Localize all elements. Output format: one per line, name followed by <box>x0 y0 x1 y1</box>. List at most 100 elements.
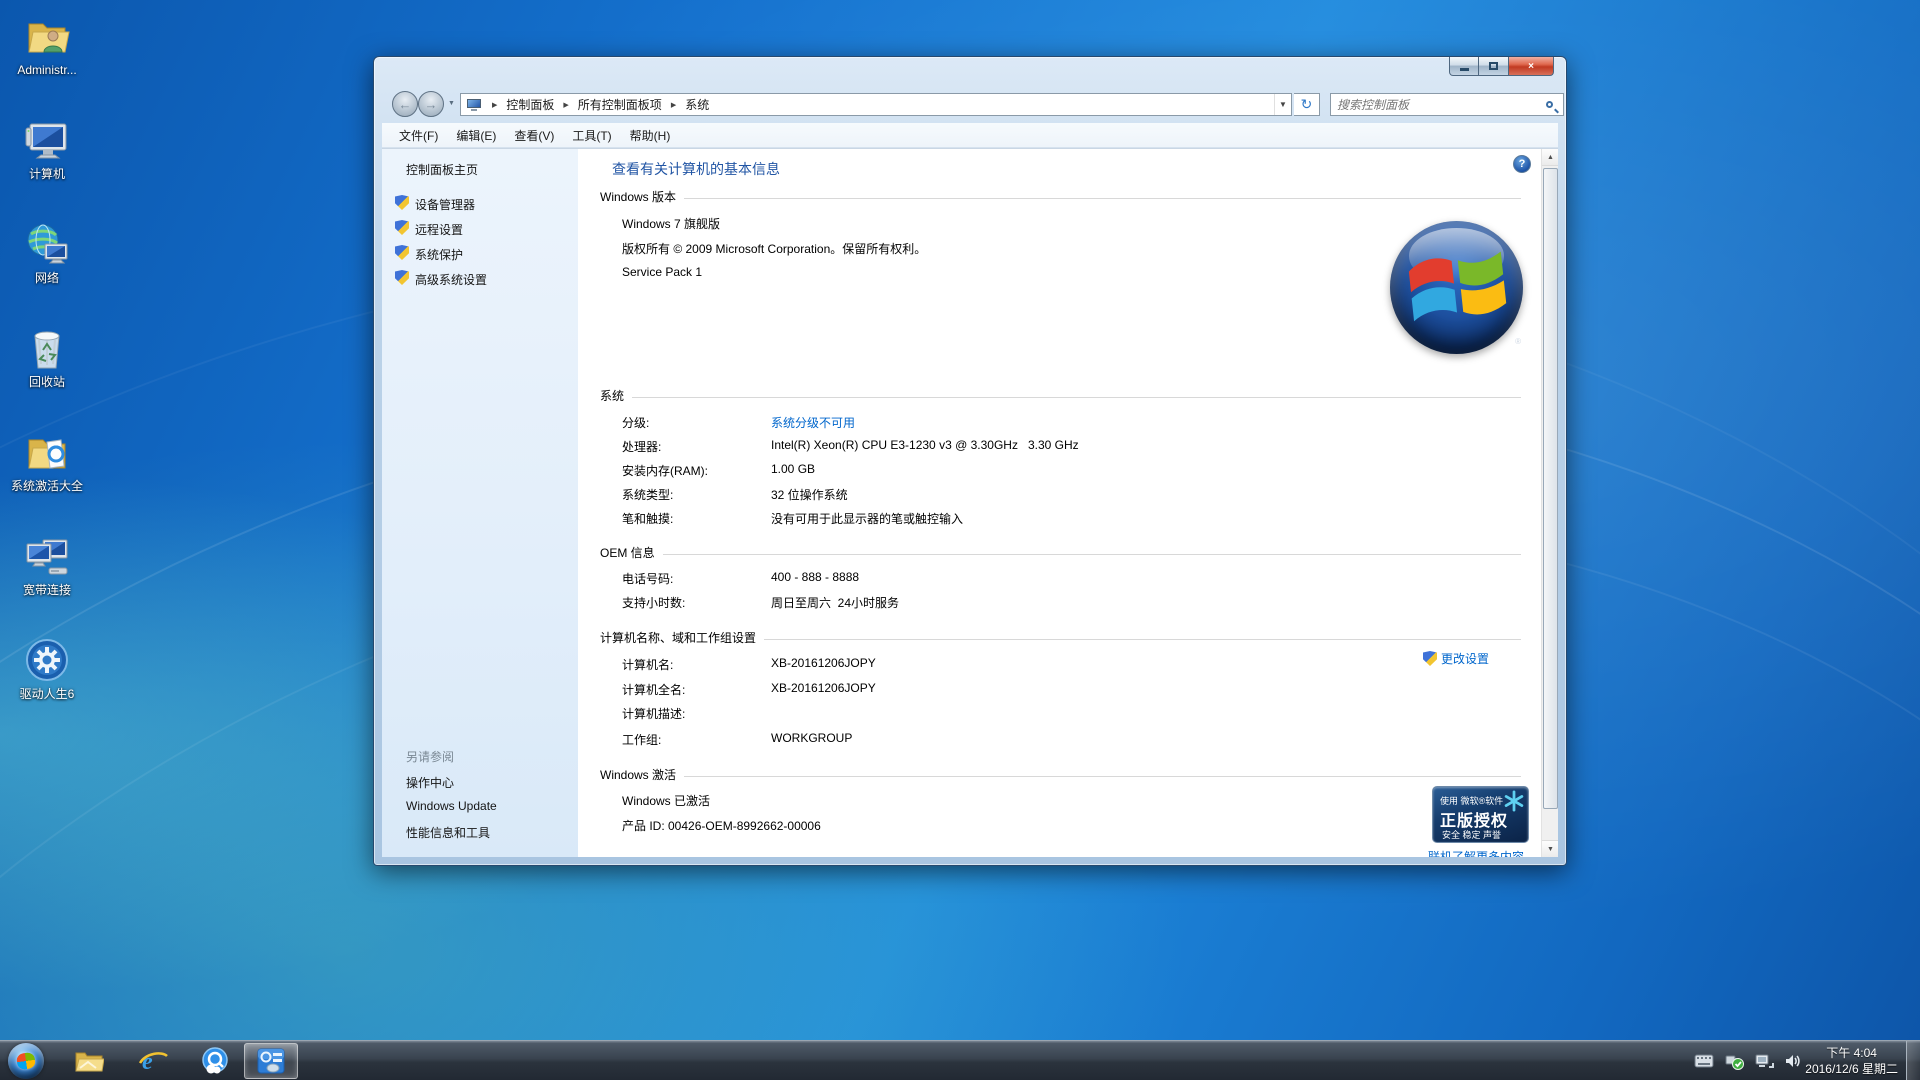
section-oem: OEM 信息 <box>600 544 1521 561</box>
desktop-icon-administrator[interactable]: Administr... <box>4 12 90 77</box>
row-value: XB-20161206JOPY <box>771 681 876 695</box>
main-content: 查看有关计算机的基本信息 ? Windows 版本 Windows 7 旗舰版 … <box>578 149 1541 857</box>
menu-tools[interactable]: 工具(T) <box>563 124 620 147</box>
back-button[interactable]: ← <box>392 91 418 117</box>
broadband-connection-icon <box>23 532 71 580</box>
section-system: 系统 <box>600 387 1521 404</box>
page-title: 查看有关计算机的基本信息 <box>612 159 780 179</box>
row-value: 32 位操作系统 <box>771 486 848 503</box>
scrollbar-thumb[interactable] <box>1543 168 1558 809</box>
row-label: 电话号码: <box>622 570 673 587</box>
taskbar-clock[interactable]: 下午 4:04 2016/12/6 星期二 <box>1805 1045 1898 1077</box>
clock-date: 2016/12/6 星期二 <box>1805 1061 1898 1077</box>
refresh-button[interactable]: ↻ <box>1294 93 1320 116</box>
menu-bar: 文件(F) 编辑(E) 查看(V) 工具(T) 帮助(H) <box>382 123 1558 148</box>
menu-edit[interactable]: 编辑(E) <box>447 124 505 147</box>
breadcrumb-system[interactable]: 系统 <box>683 93 711 116</box>
badge-line3: 安全 稳定 声誉 <box>1442 828 1501 841</box>
row-label: 工作组: <box>622 731 661 748</box>
desktop-icon-driver-genius[interactable]: 驱动人生6 <box>4 636 90 701</box>
desktop-icon-network[interactable]: 网络 <box>4 220 90 285</box>
name-row-description: 计算机描述: <box>578 705 1541 721</box>
taskbar-ie-button[interactable]: e <box>126 1043 180 1079</box>
service-pack-text: Service Pack 1 <box>622 265 702 279</box>
internet-explorer-icon: e <box>138 1047 168 1075</box>
breadcrumb-all-items[interactable]: 所有控制面板项 <box>576 93 664 116</box>
sidebar-action-center[interactable]: 操作中心 <box>406 774 454 791</box>
sidebar-performance-tools[interactable]: 性能信息和工具 <box>406 824 490 841</box>
section-computer-name: 计算机名称、域和工作组设置 <box>600 629 1521 646</box>
vertical-scrollbar[interactable]: ▲ ▼ <box>1541 149 1558 857</box>
forward-button[interactable]: → <box>418 91 444 117</box>
network-globe-icon <box>23 220 71 268</box>
search-icon[interactable] <box>1546 101 1553 108</box>
address-dropdown-icon[interactable]: ▼ <box>1274 94 1291 115</box>
row-label: 分级: <box>622 414 649 431</box>
search-input[interactable] <box>1331 98 1546 112</box>
desktop-icon-computer[interactable]: 计算机 <box>4 116 90 181</box>
sidebar-windows-update[interactable]: Windows Update <box>406 799 497 813</box>
address-bar[interactable]: ▶ 控制面板 ▶ 所有控制面板项 ▶ 系统 ▼ <box>460 93 1292 116</box>
learn-more-online-link[interactable]: 联机了解更多内容 <box>1428 848 1524 857</box>
maximize-button[interactable] <box>1479 57 1509 76</box>
close-button[interactable]: × <box>1509 57 1554 76</box>
sidebar-see-also-header: 另请参阅 <box>406 748 454 765</box>
taskbar-control-panel-button-active[interactable] <box>244 1043 298 1079</box>
system-rating-link[interactable]: 系统分级不可用 <box>771 414 855 431</box>
activation-status: Windows 已激活 <box>622 792 710 809</box>
desktop-icon-broadband[interactable]: 宽带连接 <box>4 532 90 597</box>
scroll-up-icon[interactable]: ▲ <box>1542 149 1558 166</box>
product-id: 产品 ID: 00426-OEM-8992662-00006 <box>622 817 821 834</box>
sidebar-advanced-settings[interactable]: 高级系统设置 <box>415 271 487 288</box>
help-icon[interactable]: ? <box>1513 155 1531 173</box>
gear-disc-icon <box>23 636 71 684</box>
system-row-memory: 安装内存(RAM): 1.00 GB <box>578 462 1541 478</box>
breadcrumb-control-panel[interactable]: 控制面板 <box>504 93 556 116</box>
desktop-icon-activation-folder[interactable]: 系统激活大全 <box>4 428 90 493</box>
row-label: 计算机描述: <box>622 705 685 722</box>
system-row-processor: 处理器: Intel(R) Xeon(R) CPU E3-1230 v3 @ 3… <box>578 438 1541 454</box>
row-value: 1.00 GB <box>771 462 815 476</box>
user-folder-icon <box>23 12 71 60</box>
row-value: WORKGROUP <box>771 731 852 745</box>
start-button[interactable] <box>8 1043 44 1079</box>
clock-time: 下午 4:04 <box>1805 1045 1898 1061</box>
section-windows-activation: Windows 激活 <box>600 766 1521 783</box>
breadcrumb-arrow-icon: ▶ <box>664 101 683 109</box>
row-value: 周日至周六 24小时服务 <box>771 594 899 611</box>
genuine-software-badge[interactable]: 使用 微软®软件 正版授权 安全 稳定 声誉 <box>1432 786 1529 843</box>
usb-safely-remove-icon[interactable] <box>1724 1052 1744 1070</box>
system-window-icon <box>256 1047 286 1075</box>
sidebar-system-protection[interactable]: 系统保护 <box>415 246 463 263</box>
volume-icon[interactable] <box>1784 1053 1802 1069</box>
show-desktop-button[interactable] <box>1906 1041 1920 1080</box>
network-tray-icon[interactable] <box>1754 1053 1774 1069</box>
sidebar-remote-settings[interactable]: 远程设置 <box>415 221 463 238</box>
desktop-icon-label: 网络 <box>4 271 90 285</box>
system-row-type: 系统类型: 32 位操作系统 <box>578 486 1541 502</box>
menu-view[interactable]: 查看(V) <box>505 124 563 147</box>
recent-pages-dropdown[interactable]: ▼ <box>448 100 455 107</box>
system-window: × ← → ▼ ▶ 控制面板 ▶ 所有控制面板项 ▶ 系统 ▼ ↻ 文 <box>373 56 1567 866</box>
row-value: 没有可用于此显示器的笔或触控输入 <box>771 510 963 527</box>
system-page-icon <box>467 99 481 111</box>
menu-help[interactable]: 帮助(H) <box>621 124 680 147</box>
name-row-full-name: 计算机全名: XB-20161206JOPY <box>578 681 1541 697</box>
input-method-keyboard-icon[interactable] <box>1694 1054 1714 1068</box>
taskbar-explorer-button[interactable] <box>62 1043 116 1079</box>
taskbar-qqbrowser-button[interactable] <box>188 1043 242 1079</box>
oem-row-phone: 电话号码: 400 - 888 - 8888 <box>578 570 1541 586</box>
desktop-icon-label: 系统激活大全 <box>4 479 90 493</box>
sidebar-control-panel-home[interactable]: 控制面板主页 <box>406 161 478 178</box>
row-value: Intel(R) Xeon(R) CPU E3-1230 v3 @ 3.30GH… <box>771 438 1079 452</box>
navigation-bar: ← → ▼ ▶ 控制面板 ▶ 所有控制面板项 ▶ 系统 ▼ ↻ <box>382 87 1558 121</box>
row-value: XB-20161206JOPY <box>771 656 876 670</box>
sidebar-device-manager[interactable]: 设备管理器 <box>415 196 475 213</box>
windows-logo: ® <box>1390 221 1523 354</box>
menu-file[interactable]: 文件(F) <box>390 124 447 147</box>
minimize-button[interactable] <box>1449 57 1479 76</box>
desktop-icon-recycle-bin[interactable]: 回收站 <box>4 324 90 389</box>
scroll-down-icon[interactable]: ▼ <box>1542 840 1558 857</box>
desktop-icon-label: 回收站 <box>4 375 90 389</box>
row-label: 安装内存(RAM): <box>622 462 708 479</box>
